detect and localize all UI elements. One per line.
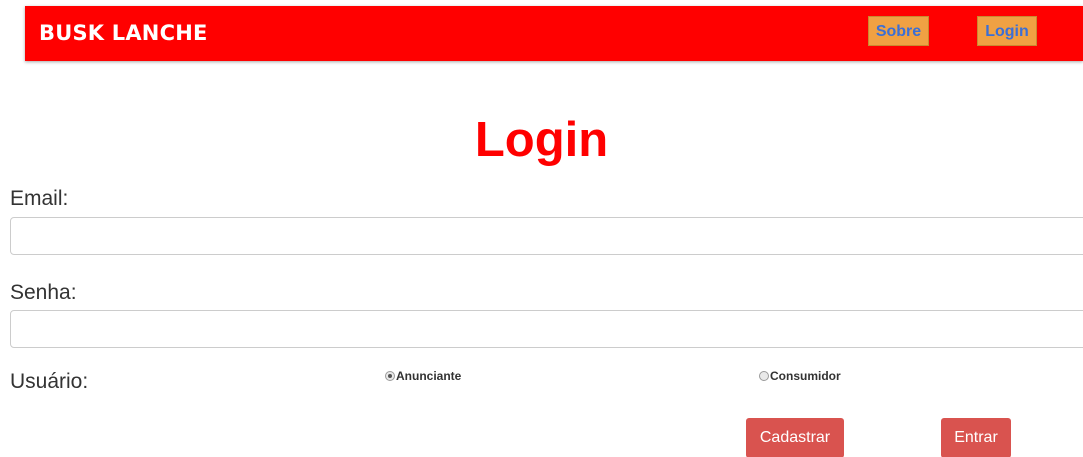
- nav-login-button[interactable]: Login: [977, 16, 1037, 46]
- password-field[interactable]: [10, 310, 1083, 348]
- radio-unchecked-icon[interactable]: [759, 371, 769, 381]
- nav-sobre-button[interactable]: Sobre: [868, 16, 929, 46]
- radio-consumidor-label: Consumidor: [770, 369, 841, 383]
- page-title: Login: [474, 113, 609, 167]
- brand-logo-text[interactable]: BUSK LANCHE: [39, 21, 208, 45]
- usuario-label: Usuário:: [10, 370, 89, 393]
- radio-checked-icon[interactable]: [385, 371, 395, 381]
- cadastrar-button[interactable]: Cadastrar: [746, 418, 844, 457]
- radio-anunciante[interactable]: Anunciante: [385, 369, 461, 383]
- login-page: BUSK LANCHE Sobre Login Login Email: Sen…: [0, 0, 1083, 457]
- entrar-button[interactable]: Entrar: [941, 418, 1011, 457]
- email-label: Email:: [10, 187, 69, 210]
- radio-anunciante-label: Anunciante: [396, 369, 462, 383]
- senha-label: Senha:: [10, 281, 77, 304]
- radio-consumidor[interactable]: Consumidor: [759, 369, 841, 383]
- navbar: BUSK LANCHE Sobre Login: [25, 6, 1083, 61]
- email-field[interactable]: [10, 217, 1083, 255]
